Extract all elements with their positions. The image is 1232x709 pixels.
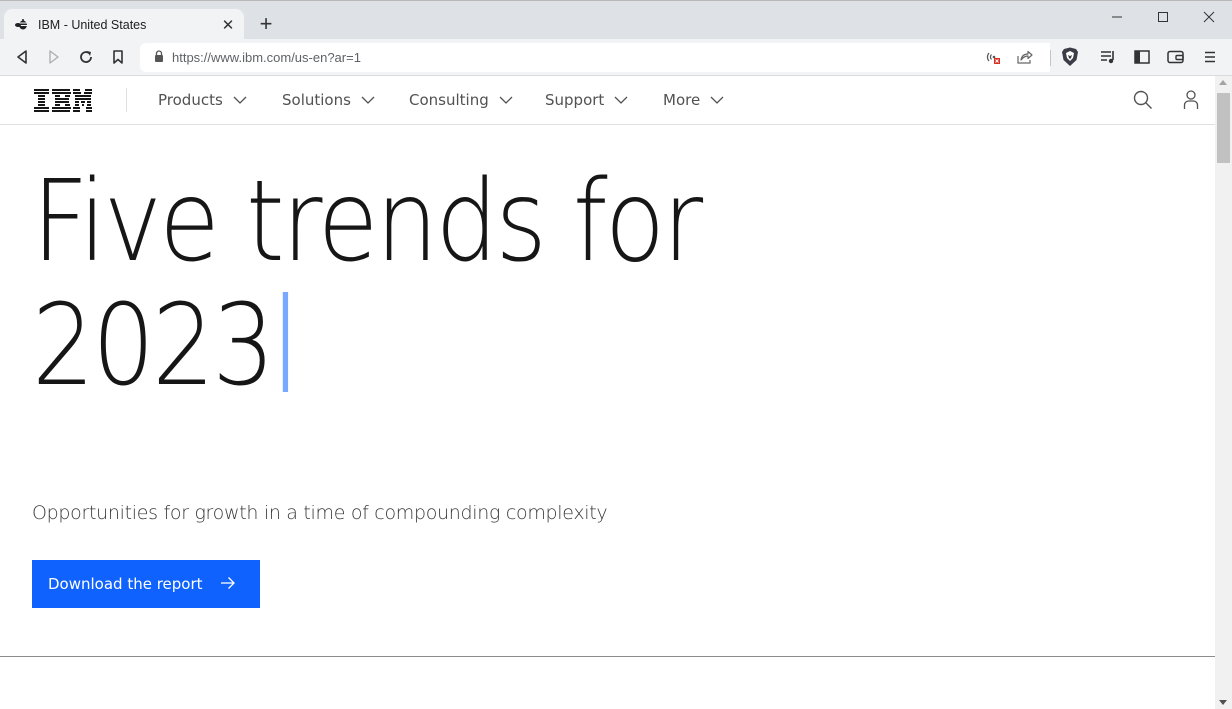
chevron-down-icon <box>710 96 724 104</box>
toolbar-divider <box>1050 50 1051 66</box>
tab-close-icon[interactable]: ✕ <box>218 15 238 35</box>
nav-support[interactable]: Support <box>545 89 628 111</box>
masthead: Products Solutions Consulting Support Mo… <box>0 76 1215 125</box>
nav-solutions[interactable]: Solutions <box>282 89 375 111</box>
chevron-down-icon <box>614 96 628 104</box>
page-scrollbar[interactable] <box>1215 76 1232 709</box>
url-text[interactable]: https://www.ibm.com/us-en?ar=1 <box>172 50 361 65</box>
masthead-divider <box>126 88 127 112</box>
cta-label: Download the report <box>48 575 203 593</box>
minimize-icon[interactable] <box>1094 3 1140 31</box>
playlist-icon[interactable] <box>1096 44 1122 70</box>
tab-title: IBM - United States <box>38 17 147 32</box>
media-blocked-icon[interactable] <box>981 44 1007 70</box>
scroll-down-arrow-icon[interactable] <box>1219 700 1227 705</box>
back-icon[interactable] <box>9 44 35 70</box>
wallet-icon[interactable] <box>1163 44 1189 70</box>
download-report-button[interactable]: Download the report <box>32 560 260 608</box>
nav-label: Support <box>545 91 605 109</box>
nav-label: Consulting <box>409 91 489 109</box>
section-divider <box>0 656 1215 657</box>
maximize-icon[interactable] <box>1140 3 1186 31</box>
lock-icon <box>154 49 164 67</box>
hero-title-line-1: Five trends for <box>32 157 703 287</box>
arrow-right-icon <box>220 575 236 595</box>
typing-caret <box>282 292 289 392</box>
browser-titlebar: IBM - United States ✕ + <box>0 0 1232 40</box>
nav-label: Solutions <box>282 91 351 109</box>
address-bar[interactable]: https://www.ibm.com/us-en?ar=1 <box>140 43 1050 72</box>
hero-year: 2023 <box>32 281 275 411</box>
nav-more[interactable]: More <box>663 89 724 111</box>
chevron-down-icon <box>361 96 375 104</box>
sidebar-icon[interactable] <box>1129 44 1155 70</box>
nav-products[interactable]: Products <box>158 89 247 111</box>
menu-icon[interactable] <box>1197 44 1223 70</box>
browser-tab[interactable]: IBM - United States ✕ <box>4 9 244 40</box>
nav-consulting[interactable]: Consulting <box>409 89 513 111</box>
ibm-bee-icon <box>14 18 30 31</box>
close-icon[interactable] <box>1186 3 1232 31</box>
hero-title: Five trends for 2023 <box>32 157 703 408</box>
hero-subtitle: Opportunities for growth in a time of co… <box>32 502 608 524</box>
user-icon[interactable] <box>1180 89 1202 111</box>
bookmark-icon[interactable] <box>105 44 131 70</box>
nav-label: More <box>663 91 701 109</box>
search-icon[interactable] <box>1132 89 1154 111</box>
new-tab-button[interactable]: + <box>254 11 278 36</box>
reload-icon[interactable] <box>73 44 99 70</box>
scroll-up-arrow-icon[interactable] <box>1219 80 1227 85</box>
scroll-thumb[interactable] <box>1217 93 1230 163</box>
browser-toolbar: https://www.ibm.com/us-en?ar=1 <box>0 39 1232 76</box>
chevron-down-icon <box>233 96 247 104</box>
chevron-down-icon <box>499 96 513 104</box>
nav-label: Products <box>158 91 223 109</box>
hero-title-line-2: 2023 <box>32 284 700 408</box>
brave-shields-icon[interactable] <box>1057 44 1083 70</box>
ibm-logo[interactable] <box>34 89 92 112</box>
forward-icon[interactable] <box>41 44 67 70</box>
share-icon[interactable] <box>1012 44 1038 70</box>
web-page: Products Solutions Consulting Support Mo… <box>0 76 1215 709</box>
